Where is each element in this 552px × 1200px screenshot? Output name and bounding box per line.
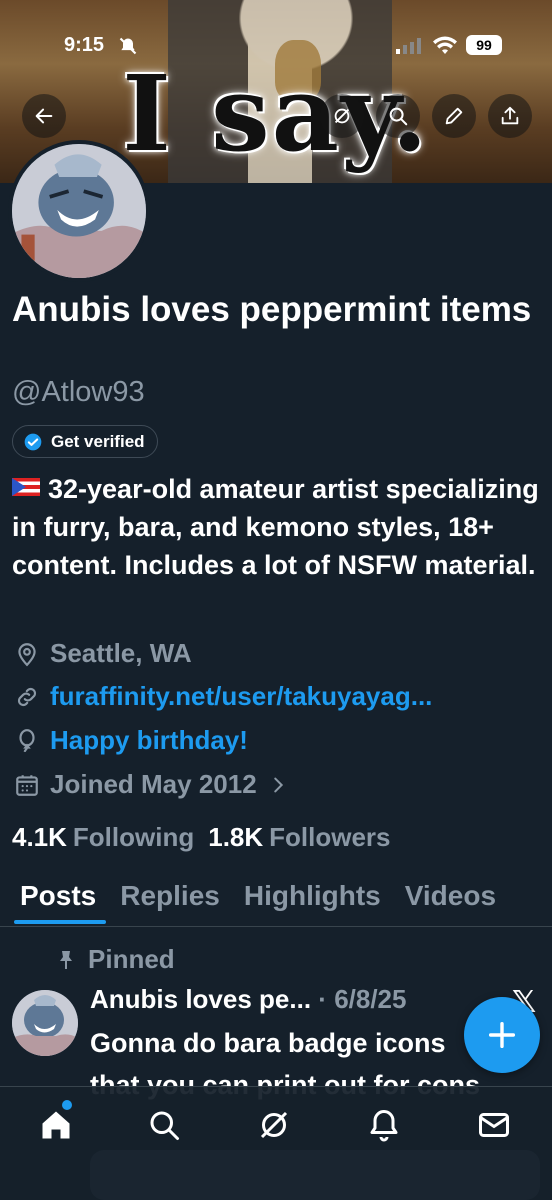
post-date: 6/8/25 [334,984,407,1014]
bell-off-icon [119,37,137,55]
profile-handle: @Atlow93 [12,376,145,408]
tab-posts[interactable]: Posts [0,870,108,926]
birthday-row: Happy birthday! [14,725,248,756]
share-icon [501,106,519,125]
nav-search[interactable] [146,1107,182,1143]
get-verified-label: Get verified [51,431,145,451]
edit-button[interactable] [432,94,476,138]
back-button[interactable] [22,94,66,138]
profile-avatar[interactable] [8,140,150,282]
share-button[interactable] [488,94,532,138]
nav-notifications[interactable] [366,1107,402,1143]
avatar-illustration [12,144,146,278]
balloon-icon [19,728,35,752]
followers-count: 1.8K [208,822,264,852]
post-avatar-illustration [12,990,78,1056]
profile-name: Anubis loves peppermint items [12,290,532,329]
status-time: 9:15 [64,34,105,56]
compose-button[interactable] [464,997,540,1073]
chevron-right-icon [273,777,283,792]
pin-icon [60,950,72,969]
status-bar: 9:15 99 [0,0,552,56]
profile-tabs: Posts Replies Highlights Videos [0,870,552,926]
nav-grok[interactable] [256,1107,292,1143]
bell-icon [370,1110,398,1142]
nav-home[interactable] [38,1107,74,1143]
search-icon [389,107,408,126]
grok-button[interactable] [320,94,364,138]
post-avatar[interactable] [12,990,78,1056]
bio-text: 32-year-old amateur artist specializing … [12,474,539,580]
link-icon [17,687,37,706]
search-icon [150,1111,179,1140]
website-link[interactable]: furaffinity.net/user/takuyayag... [50,681,432,712]
pinned-indicator: Pinned [54,944,175,975]
home-unread-dot [62,1100,72,1110]
joined-row[interactable]: Joined May 2012 [14,769,289,800]
pinned-label: Pinned [88,944,175,974]
battery-indicator: 99 [466,35,502,55]
grok-icon [260,1111,288,1139]
grok-icon [334,108,350,124]
following-count: 4.1K [12,822,67,852]
calendar-icon [16,774,38,796]
tab-videos[interactable]: Videos [393,870,508,926]
mail-icon [479,1113,509,1137]
birthday-text: Happy birthday! [50,725,248,755]
following-label: Following [72,822,195,852]
wifi-icon [433,36,457,54]
tabs-divider [0,926,552,927]
signal-icon [396,38,421,54]
following-link[interactable]: 4.1K Following [12,822,194,853]
arrow-left-icon [35,108,53,124]
follow-stats: 4.1K Following 1.8K Followers [12,822,391,853]
website-row[interactable]: furaffinity.net/user/takuyayag... [14,681,432,712]
tab-highlights[interactable]: Highlights [232,870,393,926]
pencil-icon [445,107,463,125]
tab-replies[interactable]: Replies [108,870,232,926]
post-header: Anubis loves pe... · 6/8/25 [90,984,407,1014]
joined-text: Joined May 2012 [50,769,257,799]
location-pin-icon [18,642,36,666]
plus-icon [488,1021,516,1049]
post-media-preview [90,1150,540,1200]
verified-badge-icon [24,433,42,450]
profile-bio: 32-year-old amateur artist specializing … [12,470,542,584]
search-button[interactable] [376,94,420,138]
followers-label: Followers [269,822,391,852]
location-text: Seattle, WA [50,638,192,668]
location-row: Seattle, WA [14,638,192,669]
get-verified-button[interactable]: Get verified [12,425,158,458]
puerto-rico-flag-icon [12,478,40,496]
nav-messages[interactable] [476,1107,512,1143]
home-icon [42,1111,70,1139]
post-author[interactable]: Anubis loves pe... [90,984,311,1014]
followers-link[interactable]: 1.8K Followers [208,822,390,853]
